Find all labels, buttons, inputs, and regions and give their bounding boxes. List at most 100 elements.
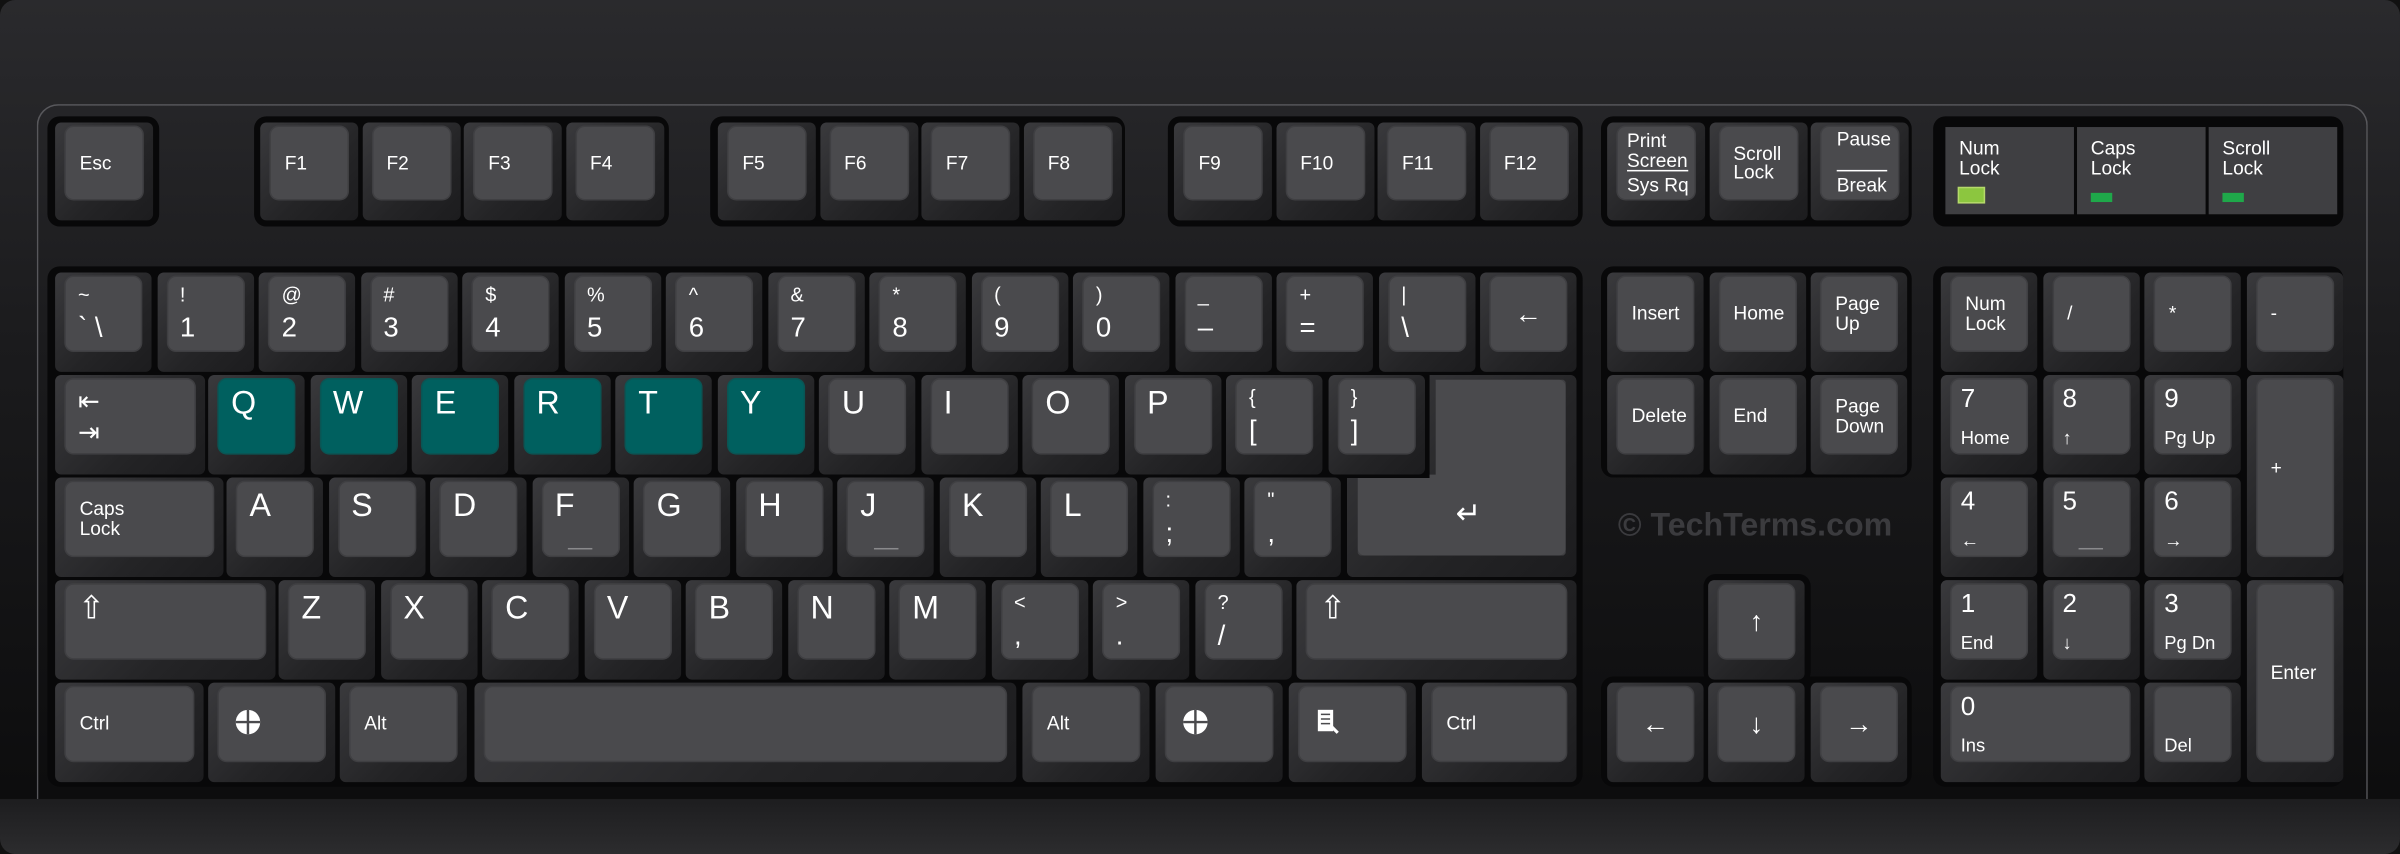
- key-lwin[interactable]: [208, 682, 336, 783]
- key-f6[interactable]: F6: [819, 122, 918, 221]
- key-w[interactable]: W: [309, 374, 407, 475]
- key-f9[interactable]: F9: [1173, 122, 1272, 221]
- key-rbrace[interactable]: }]: [1327, 374, 1425, 475]
- key-k6[interactable]: ^ 6: [665, 272, 763, 372]
- key-z[interactable]: Z: [278, 580, 375, 680]
- key-lctrl[interactable]: Ctrl: [55, 682, 204, 783]
- key-k1[interactable]: ! 1: [156, 272, 254, 372]
- key-period[interactable]: >.: [1092, 580, 1190, 680]
- key-k2[interactable]: @2: [258, 272, 356, 372]
- key-equals[interactable]: + =: [1276, 272, 1373, 372]
- key-npadd[interactable]: +: [2246, 374, 2343, 578]
- key-x[interactable]: X: [380, 580, 477, 680]
- key-rshift[interactable]: ⇧: [1296, 580, 1577, 680]
- key-np4[interactable]: 4 ←: [1940, 477, 2038, 578]
- key-lalt[interactable]: Alt: [339, 682, 467, 783]
- key-i[interactable]: I: [920, 374, 1018, 475]
- key-semicolon[interactable]: :;: [1142, 477, 1240, 578]
- key-numlock[interactable]: Num Lock: [1940, 272, 2038, 372]
- key-pipe[interactable]: | \: [1378, 272, 1475, 372]
- key-esc[interactable]: Esc: [55, 122, 154, 221]
- key-space[interactable]: [474, 682, 1017, 783]
- key-tab[interactable]: ⇤ ⇥: [55, 374, 206, 475]
- key-pause[interactable]: Pause Break: [1810, 122, 1909, 221]
- key-n[interactable]: N: [787, 580, 884, 680]
- key-q[interactable]: Q: [208, 374, 305, 475]
- key-f10[interactable]: F10: [1275, 122, 1374, 221]
- key-c[interactable]: C: [482, 580, 579, 680]
- key-o[interactable]: O: [1022, 374, 1119, 475]
- key-f8[interactable]: F8: [1023, 122, 1122, 221]
- key-npenter[interactable]: Enter: [2246, 580, 2343, 783]
- key-k3[interactable]: #3: [360, 272, 457, 372]
- key-down[interactable]: ↓: [1708, 682, 1805, 783]
- key-k4[interactable]: $4: [462, 272, 559, 372]
- key-f5[interactable]: F5: [717, 122, 816, 221]
- key-right[interactable]: →: [1810, 682, 1908, 783]
- key-f3[interactable]: F3: [463, 122, 562, 221]
- key-e[interactable]: E: [411, 374, 509, 475]
- key-np0[interactable]: 0 Ins: [1940, 682, 2140, 783]
- key-delete[interactable]: Delete: [1607, 374, 1704, 475]
- key-j[interactable]: J: [837, 477, 934, 578]
- key-scrlk[interactable]: Scroll Lock: [1708, 122, 1807, 221]
- key-insert[interactable]: Insert: [1607, 272, 1704, 372]
- key-h[interactable]: H: [735, 477, 832, 578]
- key-f1[interactable]: F1: [260, 122, 359, 221]
- key-menu[interactable]: [1288, 682, 1416, 783]
- key-k7[interactable]: & 7: [767, 272, 865, 372]
- key-u[interactable]: U: [818, 374, 916, 475]
- key-caps[interactable]: Caps Lock: [55, 477, 224, 578]
- key-lshift[interactable]: ⇧: [55, 580, 276, 680]
- key-l[interactable]: L: [1040, 477, 1138, 578]
- key-t[interactable]: T: [615, 374, 712, 475]
- key-np3[interactable]: 3 Pg Dn: [2144, 580, 2241, 680]
- key-f11[interactable]: F11: [1377, 122, 1476, 221]
- key-b[interactable]: B: [685, 580, 783, 680]
- key-k5[interactable]: % 5: [564, 272, 661, 372]
- key-up[interactable]: ↑: [1708, 580, 1805, 680]
- key-left[interactable]: ←: [1607, 682, 1704, 783]
- key-f[interactable]: F: [531, 477, 629, 578]
- key-npsub[interactable]: -: [2246, 272, 2343, 372]
- key-np7[interactable]: 7 Home: [1940, 374, 2038, 475]
- key-s[interactable]: S: [328, 477, 425, 578]
- key-k0[interactable]: ) 0: [1072, 272, 1170, 372]
- key-m[interactable]: M: [889, 580, 986, 680]
- key-a[interactable]: A: [226, 477, 323, 578]
- key-minus[interactable]: _ –: [1174, 272, 1272, 372]
- key-np1[interactable]: 1 End: [1940, 580, 2038, 680]
- key-tilde[interactable]: ~ ` \: [55, 272, 152, 372]
- key-np6[interactable]: 6 →: [2144, 477, 2241, 578]
- key-pgdn[interactable]: Page Down: [1810, 374, 1908, 475]
- key-rwin[interactable]: [1155, 682, 1283, 783]
- key-np9[interactable]: 9 Pg Up: [2144, 374, 2241, 475]
- key-f12[interactable]: F12: [1479, 122, 1578, 221]
- key-k[interactable]: K: [939, 477, 1036, 578]
- key-k9[interactable]: (9: [971, 272, 1068, 372]
- key-end[interactable]: End: [1708, 374, 1806, 475]
- key-ralt[interactable]: Alt: [1022, 682, 1150, 783]
- key-np8[interactable]: 8 ↑: [2042, 374, 2140, 475]
- key-k8[interactable]: * 8: [869, 272, 966, 372]
- key-r[interactable]: R: [513, 374, 610, 475]
- key-pgup[interactable]: Page Up: [1810, 272, 1908, 372]
- key-f4[interactable]: F4: [565, 122, 664, 221]
- key-np2[interactable]: 2 ↓: [2042, 580, 2140, 680]
- key-v[interactable]: V: [583, 580, 681, 680]
- key-p[interactable]: P: [1124, 374, 1221, 475]
- key-f2[interactable]: F2: [361, 122, 460, 221]
- key-prtsc[interactable]: Print Screen Sys Rq: [1607, 122, 1706, 221]
- key-rctrl[interactable]: Ctrl: [1421, 682, 1577, 783]
- key-np5[interactable]: 5: [2042, 477, 2140, 578]
- key-backspace[interactable]: ←: [1480, 272, 1577, 372]
- key-npdiv[interactable]: /: [2042, 272, 2140, 372]
- key-quote[interactable]: ",: [1244, 477, 1341, 578]
- key-lbrace[interactable]: {[: [1226, 374, 1323, 475]
- key-npdel[interactable]: Del: [2144, 682, 2241, 783]
- key-comma[interactable]: <,: [991, 580, 1088, 680]
- key-y[interactable]: Y: [717, 374, 814, 475]
- key-slash[interactable]: ? /: [1194, 580, 1292, 680]
- key-home[interactable]: Home: [1708, 272, 1806, 372]
- key-d[interactable]: D: [430, 477, 527, 578]
